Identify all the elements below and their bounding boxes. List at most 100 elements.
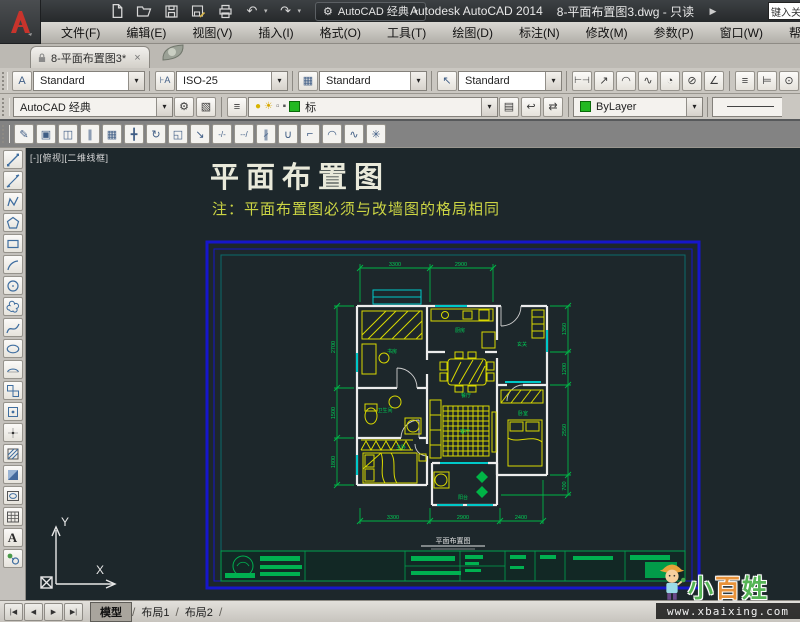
circle-icon[interactable] xyxy=(3,276,23,295)
hatch-icon[interactable] xyxy=(3,444,23,463)
dim-style-combo[interactable]: ISO-25 ▾ xyxy=(176,71,288,91)
tab-layout1[interactable]: 布局1 xyxy=(135,603,175,621)
my-workspace-icon[interactable]: ▧ xyxy=(196,97,216,117)
undo-dropdown-icon[interactable]: ▾ xyxy=(264,7,268,15)
erase-icon[interactable]: ✎ xyxy=(14,124,34,144)
blend-curves-icon[interactable]: ∿ xyxy=(344,124,364,144)
dim-quick-icon[interactable]: ≡ xyxy=(735,71,755,91)
dim-style-icon[interactable]: ⊦A xyxy=(155,71,175,91)
multileader-style-icon[interactable]: ↖ xyxy=(437,71,457,91)
open-file-icon[interactable] xyxy=(135,2,153,20)
construction-line-icon[interactable] xyxy=(3,171,23,190)
linetype-combo[interactable] xyxy=(712,97,782,117)
mirror-icon[interactable]: ◫ xyxy=(58,124,78,144)
menu-help[interactable]: 帮助(H) xyxy=(776,22,800,43)
insert-block-icon[interactable] xyxy=(3,381,23,400)
tab-layout2[interactable]: 布局2 xyxy=(179,603,219,621)
chevron-down-icon[interactable]: ▾ xyxy=(128,72,144,90)
region-icon[interactable] xyxy=(3,486,23,505)
layer-properties-icon[interactable]: ≡ xyxy=(227,97,247,117)
offset-icon[interactable]: ∥ xyxy=(80,124,100,144)
point-icon[interactable] xyxy=(3,423,23,442)
dim-diameter-icon[interactable]: ⊘ xyxy=(682,71,702,91)
document-tab[interactable]: 8-平面布置图3* × xyxy=(30,46,150,68)
dim-arc-length-icon[interactable]: ◠ xyxy=(616,71,636,91)
multiline-text-icon[interactable]: A xyxy=(3,528,23,547)
chevron-down-icon[interactable]: ▾ xyxy=(271,72,287,90)
menu-modify[interactable]: 修改(M) xyxy=(573,22,641,43)
extend-icon[interactable]: --/ xyxy=(234,124,254,144)
line-icon[interactable] xyxy=(3,150,23,169)
chevron-down-icon[interactable]: ▾ xyxy=(686,98,702,116)
workspace-combo[interactable]: AutoCAD 经典 ▾ xyxy=(13,97,173,117)
workspace-settings-icon[interactable]: ⚙ xyxy=(174,97,194,117)
toolbar-grip[interactable] xyxy=(2,125,10,143)
rotate-icon[interactable]: ↻ xyxy=(146,124,166,144)
new-tab-button[interactable] xyxy=(160,43,186,67)
table-icon[interactable] xyxy=(3,507,23,526)
first-tab-button[interactable]: |◀ xyxy=(4,603,23,621)
dim-continue-icon[interactable]: ⊙ xyxy=(779,71,799,91)
save-as-icon[interactable] xyxy=(189,2,207,20)
dim-baseline-icon[interactable]: ⊨ xyxy=(757,71,777,91)
close-tab-icon[interactable]: × xyxy=(134,52,140,64)
join-icon[interactable]: ∪ xyxy=(278,124,298,144)
layer-translate-icon[interactable]: ⇄ xyxy=(543,97,563,117)
arc-icon[interactable] xyxy=(3,255,23,274)
menu-dimension[interactable]: 标注(N) xyxy=(506,22,573,43)
dim-linear-icon[interactable]: ⊢⊣ xyxy=(572,71,592,91)
copy-icon[interactable]: ▣ xyxy=(36,124,56,144)
chamfer-icon[interactable]: ⌐ xyxy=(300,124,320,144)
text-style-icon[interactable]: A xyxy=(12,71,32,91)
infocenter-arrow-icon[interactable]: ▶ xyxy=(706,3,720,19)
revision-cloud-icon[interactable] xyxy=(3,297,23,316)
menu-file[interactable]: 文件(F) xyxy=(48,22,113,43)
polygon-icon[interactable] xyxy=(3,213,23,232)
toolbar-grip[interactable] xyxy=(2,72,8,90)
chevron-down-icon[interactable]: ▾ xyxy=(545,72,561,90)
search-input[interactable] xyxy=(768,2,800,20)
layer-previous-icon[interactable]: ↩ xyxy=(521,97,541,117)
scale-icon[interactable]: ◱ xyxy=(168,124,188,144)
new-file-icon[interactable] xyxy=(108,2,126,20)
layer-thaw-icon[interactable]: ☀ xyxy=(264,101,273,112)
plot-icon[interactable] xyxy=(216,2,234,20)
point-cloud-icon[interactable] xyxy=(3,549,23,568)
ellipse-arc-icon[interactable] xyxy=(3,360,23,379)
layer-states-icon[interactable]: ▤ xyxy=(499,97,519,117)
undo-icon[interactable]: ↶ xyxy=(243,2,261,20)
chevron-down-icon[interactable]: ▾ xyxy=(481,98,497,116)
viewport-controls-label[interactable]: [-][俯视][二维线框] xyxy=(30,151,109,164)
layer-lock-icon[interactable]: ▪ xyxy=(283,101,287,112)
trim-icon[interactable]: -/- xyxy=(212,124,232,144)
menu-window[interactable]: 窗口(W) xyxy=(707,22,776,43)
array-icon[interactable]: ▦ xyxy=(102,124,122,144)
dim-radius-icon[interactable]: ◔ xyxy=(660,71,680,91)
menu-insert[interactable]: 插入(I) xyxy=(245,22,306,43)
rectangle-icon[interactable] xyxy=(3,234,23,253)
tab-model[interactable]: 模型 xyxy=(90,602,132,622)
layer-freeze-icon[interactable]: ▫ xyxy=(276,101,280,112)
menu-tools[interactable]: 工具(T) xyxy=(374,22,439,43)
stretch-icon[interactable]: ↘ xyxy=(190,124,210,144)
explode-icon[interactable]: ✳ xyxy=(366,124,386,144)
save-icon[interactable] xyxy=(162,2,180,20)
redo-dropdown-icon[interactable]: ▾ xyxy=(298,7,302,15)
redo-icon[interactable]: ↷ xyxy=(277,2,295,20)
chevron-down-icon[interactable]: ▾ xyxy=(410,72,426,90)
menu-parametric[interactable]: 参数(P) xyxy=(641,22,707,43)
menu-draw[interactable]: 绘图(D) xyxy=(439,22,506,43)
table-style-icon[interactable]: ▦ xyxy=(298,71,318,91)
menu-view[interactable]: 视图(V) xyxy=(179,22,245,43)
table-style-combo[interactable]: Standard ▾ xyxy=(319,71,427,91)
spline-icon[interactable] xyxy=(3,318,23,337)
layer-combo[interactable]: ● ☀ ▫ ▪ 标 ▾ xyxy=(248,97,498,117)
menu-edit[interactable]: 编辑(E) xyxy=(113,22,179,43)
dim-jogged-icon[interactable]: ∿ xyxy=(638,71,658,91)
multileader-style-combo[interactable]: Standard ▾ xyxy=(458,71,562,91)
prev-tab-button[interactable]: ◀ xyxy=(24,603,43,621)
application-menu-button[interactable] xyxy=(0,0,41,44)
menu-format[interactable]: 格式(O) xyxy=(307,22,374,43)
drawing-canvas[interactable]: [-][俯视][二维线框] 平面布置图 注：平面布置图必须与改墙图的格局相同 xyxy=(26,148,800,600)
gradient-icon[interactable] xyxy=(3,465,23,484)
